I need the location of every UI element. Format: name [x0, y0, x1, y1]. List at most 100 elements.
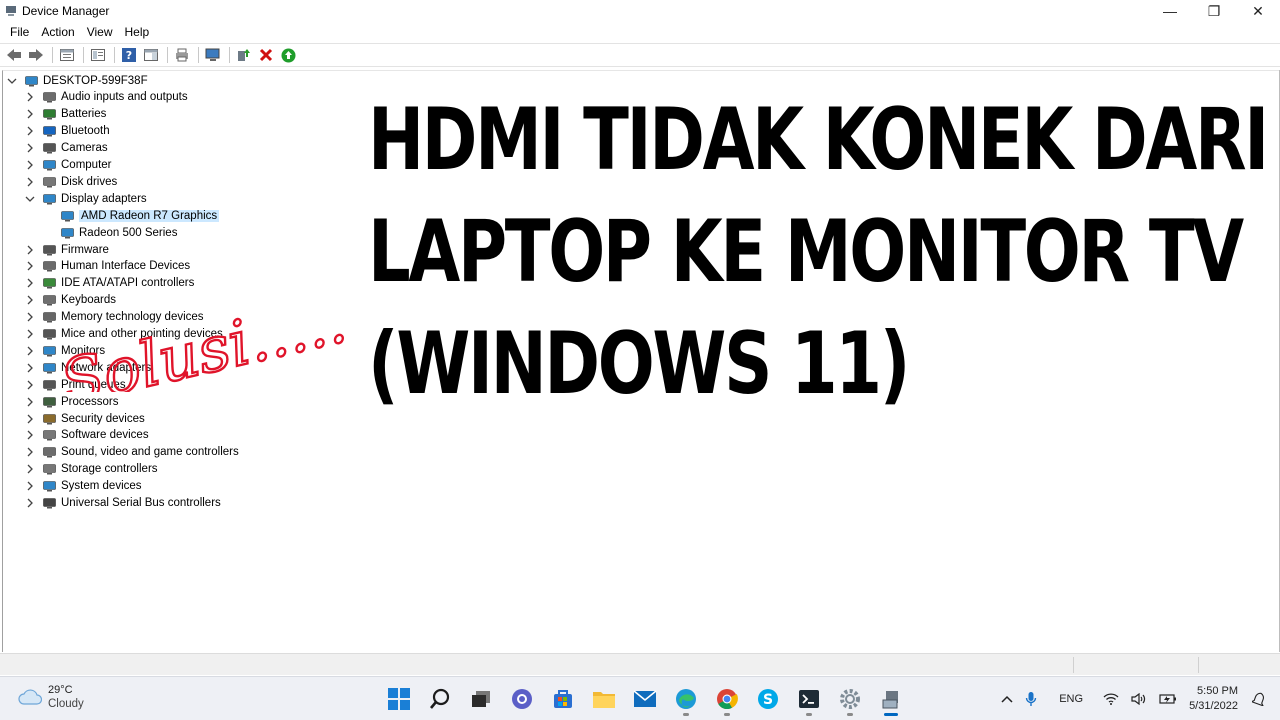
tree-device[interactable]: Radeon 500 Series	[60, 224, 177, 241]
tree-category[interactable]: Batteries	[24, 106, 106, 123]
tree-category[interactable]: Storage controllers	[24, 461, 158, 478]
file-explorer-icon[interactable]	[583, 682, 624, 716]
tree-item-label: Bluetooth	[61, 125, 110, 138]
tree-category[interactable]: Cameras	[24, 140, 108, 157]
chevron-right-icon[interactable]	[24, 277, 36, 289]
tree-root[interactable]: DESKTOP-599F38F	[6, 72, 148, 89]
tree-category[interactable]: Security devices	[24, 410, 145, 427]
microphone-icon[interactable]	[1025, 691, 1037, 707]
forward-icon[interactable]	[26, 45, 46, 65]
chevron-right-icon[interactable]	[24, 362, 36, 374]
search-icon[interactable]	[419, 682, 460, 716]
tree-category[interactable]: Universal Serial Bus controllers	[24, 495, 221, 512]
close-button[interactable]: ✕	[1236, 0, 1280, 22]
chevron-right-icon[interactable]	[24, 328, 36, 340]
chevron-down-icon[interactable]	[6, 75, 18, 87]
headline-line-3: (WINDOWS 11)	[368, 314, 910, 414]
chevron-down-icon[interactable]	[24, 193, 36, 205]
tree-category[interactable]: Software devices	[24, 427, 149, 444]
console-tree-icon[interactable]	[88, 45, 108, 65]
minimize-button[interactable]: —	[1148, 0, 1192, 22]
running-indicator	[846, 713, 853, 716]
chevron-right-icon[interactable]	[24, 446, 36, 458]
display-adapter-icon	[60, 209, 74, 223]
tree-category[interactable]: Firmware	[24, 241, 109, 258]
chevron-right-icon[interactable]	[24, 159, 36, 171]
wifi-icon[interactable]	[1103, 693, 1119, 705]
tree-category[interactable]: Display adapters	[24, 190, 147, 207]
chevron-right-icon[interactable]	[24, 413, 36, 425]
chevron-up-icon[interactable]	[1001, 695, 1013, 703]
help-icon[interactable]: ?	[119, 45, 139, 65]
status-divider	[1073, 657, 1074, 673]
mail-icon[interactable]	[624, 682, 665, 716]
chevron-right-icon[interactable]	[24, 379, 36, 391]
scan-hardware-icon[interactable]	[203, 45, 223, 65]
tree-item-label: Display adapters	[61, 192, 147, 205]
edge-icon[interactable]	[665, 682, 706, 716]
tree-category[interactable]: Processors	[24, 393, 119, 410]
chevron-right-icon[interactable]	[24, 497, 36, 509]
menu-action[interactable]: Action	[35, 25, 80, 39]
sound-icon	[42, 445, 56, 459]
menu-view[interactable]: View	[81, 25, 119, 39]
chevron-right-icon[interactable]	[24, 91, 36, 103]
menu-help[interactable]: Help	[119, 25, 156, 39]
terminal-icon[interactable]	[788, 682, 829, 716]
action-pane-icon[interactable]	[141, 45, 161, 65]
chevron-right-icon[interactable]	[24, 108, 36, 120]
computer-icon	[42, 158, 56, 172]
print-icon[interactable]	[172, 45, 192, 65]
restore-button[interactable]: ❐	[1192, 0, 1236, 22]
notifications-icon[interactable]	[1252, 692, 1266, 706]
chevron-right-icon[interactable]	[24, 125, 36, 137]
tree-category[interactable]: Computer	[24, 157, 112, 174]
toolbar-separator	[229, 47, 230, 63]
chevron-right-icon[interactable]	[24, 142, 36, 154]
chevron-right-icon[interactable]	[24, 345, 36, 357]
properties-view-icon[interactable]	[57, 45, 77, 65]
weather-widget[interactable]: 29°C Cloudy	[18, 684, 84, 710]
chevron-right-icon[interactable]	[24, 463, 36, 475]
tree-category[interactable]: Sound, video and game controllers	[24, 444, 239, 461]
skype-icon[interactable]: S	[747, 682, 788, 716]
chevron-right-icon[interactable]	[24, 311, 36, 323]
tree-category[interactable]: Disk drives	[24, 173, 117, 190]
chevron-right-icon[interactable]	[24, 260, 36, 272]
software-icon	[42, 428, 56, 442]
tree-category[interactable]: Bluetooth	[24, 123, 110, 140]
tree-item-label: Firmware	[61, 243, 109, 256]
back-icon[interactable]	[4, 45, 24, 65]
tree-device[interactable]: AMD Radeon R7 Graphics	[60, 207, 220, 224]
store-icon[interactable]	[542, 682, 583, 716]
task-view-icon[interactable]	[460, 682, 501, 716]
menu-file[interactable]: File	[4, 25, 35, 39]
active-indicator	[883, 713, 898, 716]
title-bar: Device Manager — ❐ ✕	[0, 0, 1280, 22]
chevron-right-icon[interactable]	[24, 244, 36, 256]
chevron-right-icon[interactable]	[24, 480, 36, 492]
chevron-right-icon[interactable]	[24, 176, 36, 188]
settings-icon[interactable]	[829, 682, 870, 716]
battery-charging-icon[interactable]	[1159, 693, 1177, 705]
chrome-icon[interactable]	[706, 682, 747, 716]
display-adapter-icon	[60, 226, 74, 240]
windows-start-icon[interactable]	[378, 682, 419, 716]
chevron-right-icon[interactable]	[24, 429, 36, 441]
clock[interactable]: 5:50 PM 5/31/2022	[1189, 684, 1238, 714]
volume-icon[interactable]	[1131, 693, 1147, 705]
running-indicator	[682, 713, 689, 716]
teams-chat-icon[interactable]	[501, 682, 542, 716]
chevron-right-icon[interactable]	[24, 294, 36, 306]
device-manager-icon[interactable]	[870, 682, 911, 716]
tree-item-label: System devices	[61, 480, 142, 493]
security-icon	[42, 412, 56, 426]
chevron-right-icon[interactable]	[24, 396, 36, 408]
update-driver-icon[interactable]	[234, 45, 254, 65]
tree-category[interactable]: Audio inputs and outputs	[24, 89, 188, 106]
tree-category[interactable]: System devices	[24, 478, 142, 495]
tree-category[interactable]: Human Interface Devices	[24, 258, 190, 275]
enable-device-icon[interactable]	[278, 45, 298, 65]
language-indicator[interactable]: ENG	[1059, 693, 1083, 705]
uninstall-device-icon[interactable]	[256, 45, 276, 65]
